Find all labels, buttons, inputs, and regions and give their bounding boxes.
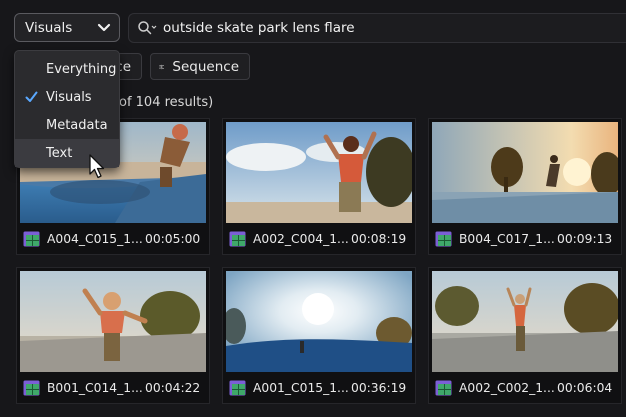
clip-duration: 00:05:00: [145, 232, 201, 246]
mouse-cursor-icon: [89, 154, 105, 179]
dropdown-item-everything[interactable]: Everything: [15, 55, 119, 83]
sequence-view-label: Sequence: [172, 58, 239, 75]
search-filter-label: Visuals: [25, 19, 73, 36]
clip-icon: [23, 231, 40, 247]
clip-icon: [229, 380, 246, 396]
clip-icon: [229, 231, 246, 247]
search-input[interactable]: [163, 20, 583, 36]
clip-card[interactable]: B004_C017_1... 00:09:13: [428, 118, 622, 255]
search-icon: [137, 20, 157, 36]
clip-thumbnail: [20, 271, 206, 372]
clip-card[interactable]: B001_C014_1... 00:04:22: [16, 267, 210, 404]
dropdown-item-visuals[interactable]: Visuals: [15, 83, 119, 111]
clip-card[interactable]: A002_C002_1... 00:06:04: [428, 267, 622, 404]
clip-meta: A004_C015_1... 00:05:00: [17, 224, 209, 254]
clip-thumbnail: [432, 271, 618, 372]
clip-thumbnail: [226, 271, 412, 372]
clip-card[interactable]: A002_C004_1... 00:08:19: [222, 118, 416, 255]
clip-card[interactable]: A001_C015_1... 00:36:19: [222, 267, 416, 404]
clip-meta: B004_C017_1... 00:09:13: [429, 224, 621, 254]
clip-duration: 00:36:19: [351, 381, 407, 395]
clip-name: A002_C002_1...: [459, 381, 555, 395]
clip-name: A001_C015_1...: [253, 381, 349, 395]
checkmark-icon: [25, 91, 38, 102]
clip-duration: 00:06:04: [557, 381, 613, 395]
chevron-down-icon: [97, 23, 111, 31]
clip-duration: 00:09:13: [557, 232, 613, 246]
clip-icon: [435, 231, 452, 247]
clip-meta: A002_C002_1... 00:06:04: [429, 373, 621, 403]
clip-icon: [435, 380, 452, 396]
sequence-view-button[interactable]: Sequence: [150, 53, 250, 80]
clip-name: A002_C004_1...: [253, 232, 349, 246]
dropdown-item-metadata[interactable]: Metadata: [15, 111, 119, 139]
clip-meta: A002_C004_1... 00:08:19: [223, 224, 415, 254]
search-box[interactable]: [128, 13, 626, 43]
clip-meta: A001_C015_1... 00:36:19: [223, 373, 415, 403]
clip-name: B004_C017_1...: [459, 232, 555, 246]
clip-icon: [23, 380, 40, 396]
clip-name: B001_C014_1...: [47, 381, 143, 395]
search-filter-select[interactable]: Visuals: [14, 13, 120, 42]
sequence-icon: [159, 64, 165, 69]
clip-duration: 00:08:19: [351, 232, 407, 246]
clip-thumbnail: [432, 122, 618, 223]
clip-thumbnail: [226, 122, 412, 223]
clip-meta: B001_C014_1... 00:04:22: [17, 373, 209, 403]
filter-dropdown-menu: Everything Visuals Metadata Text: [14, 50, 120, 168]
clip-name: A004_C015_1...: [47, 232, 143, 246]
clip-duration: 00:04:22: [145, 381, 201, 395]
